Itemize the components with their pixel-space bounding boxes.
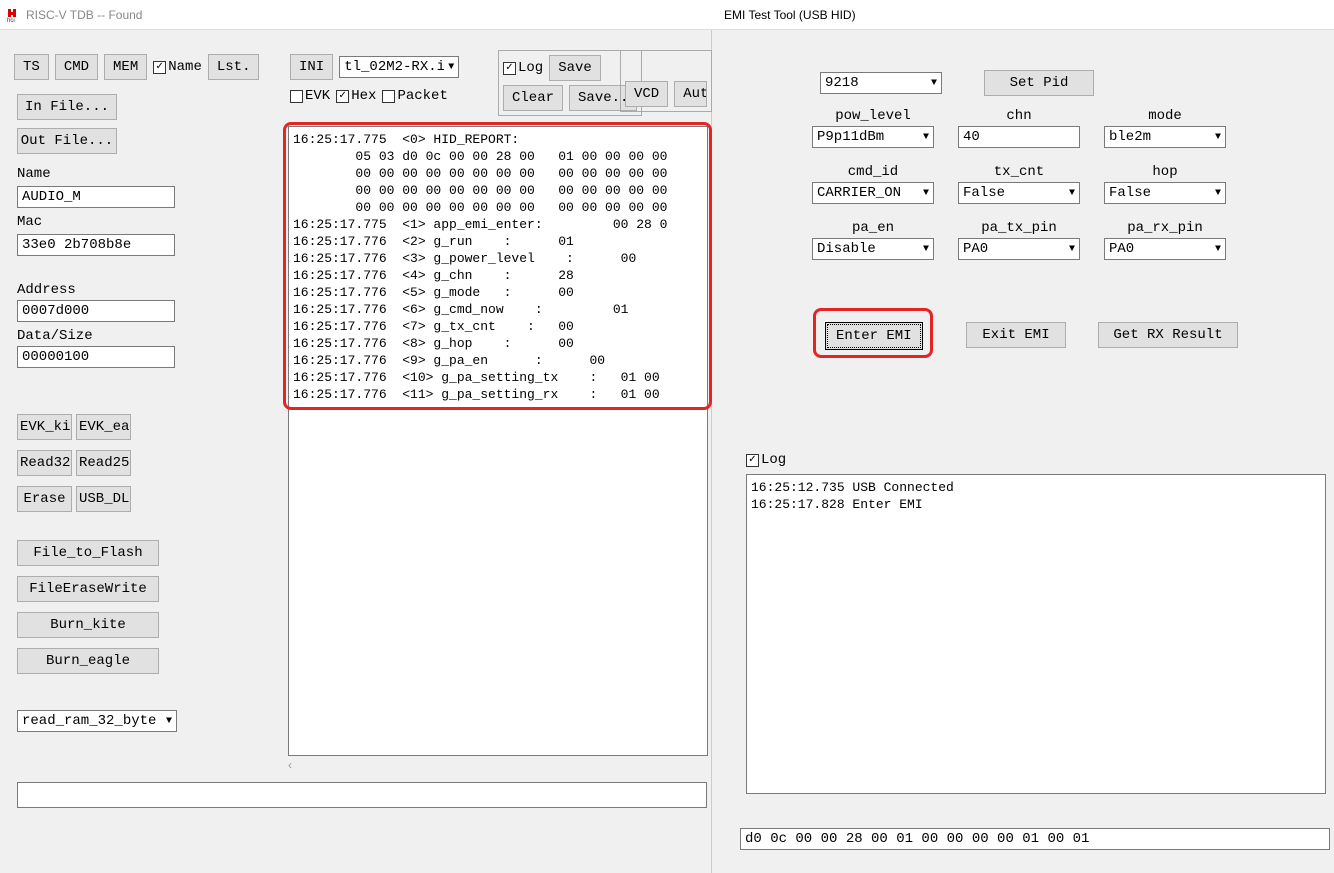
chevron-down-icon: ▼ (1211, 132, 1221, 143)
log2-checkbox[interactable]: ✓Log (746, 452, 786, 468)
pid-dropdown[interactable]: 9218▼ (820, 72, 942, 94)
hex-checkbox[interactable]: ✓Hex (336, 88, 376, 104)
in-file-button[interactable]: In File... (17, 94, 117, 120)
burn-kite-button[interactable]: Burn_kite (17, 612, 159, 638)
cmd-button[interactable]: CMD (55, 54, 98, 80)
svg-text:hci: hci (7, 18, 15, 23)
vcd-button[interactable]: VCD (625, 81, 668, 107)
pa-tx-pin-label: pa_tx_pin (981, 220, 1057, 236)
out-file-button[interactable]: Out File... (17, 128, 117, 154)
read-ram-dropdown[interactable]: read_ram_32_byte▼ (17, 710, 177, 732)
tx-cnt-label: tx_cnt (994, 164, 1044, 180)
mode-label: mode (1148, 108, 1182, 124)
ini-file-dropdown[interactable]: tl_02M2-RX.i▼ (339, 56, 459, 78)
tx-cnt-dropdown[interactable]: False▼ (958, 182, 1080, 204)
window-title-left: RISC-V TDB -- Found (26, 8, 142, 22)
auto-button[interactable]: Auto (674, 81, 707, 107)
cmd-id-label: cmd_id (848, 164, 898, 180)
mac-label: Mac (17, 214, 42, 230)
scroll-left-icon[interactable]: ‹ (288, 758, 292, 772)
ts-button[interactable]: TS (14, 54, 49, 80)
burn-eagle-button[interactable]: Burn_eagle (17, 648, 159, 674)
window-title-right: EMI Test Tool (USB HID) (724, 8, 856, 22)
chevron-down-icon: ▼ (1065, 244, 1075, 255)
log-output[interactable]: 16:25:17.775 <0> HID_REPORT: 05 03 d0 0c… (288, 126, 708, 756)
packet-checkbox[interactable]: Packet (382, 88, 447, 104)
chevron-down-icon: ▼ (1211, 188, 1221, 199)
pow-level-label: pow_level (835, 108, 911, 124)
hci-logo-icon: hci (6, 7, 22, 23)
pa-tx-pin-dropdown[interactable]: PA0▼ (958, 238, 1080, 260)
chevron-down-icon: ▼ (919, 132, 929, 143)
name-label: Name (17, 166, 51, 182)
name-input[interactable] (17, 186, 175, 208)
chevron-down-icon: ▼ (162, 716, 172, 727)
mem-button[interactable]: MEM (104, 54, 147, 80)
hop-label: hop (1152, 164, 1177, 180)
ini-button[interactable]: INI (290, 54, 333, 80)
pa-en-dropdown[interactable]: Disable▼ (812, 238, 934, 260)
name-checkbox[interactable]: ✓Name (153, 59, 202, 75)
chevron-down-icon: ▼ (927, 78, 937, 89)
clear-button[interactable]: Clear (503, 85, 563, 111)
log-checkbox[interactable]: ✓Log (503, 60, 543, 76)
command-input[interactable] (17, 782, 707, 808)
chevron-down-icon: ▼ (1065, 188, 1075, 199)
chevron-down-icon: ▼ (919, 244, 929, 255)
exit-emi-button[interactable]: Exit EMI (966, 322, 1066, 348)
chn-input[interactable] (958, 126, 1080, 148)
enter-emi-button[interactable]: Enter EMI (825, 322, 923, 350)
log2-output[interactable]: 16:25:12.735 USB Connected 16:25:17.828 … (746, 474, 1326, 794)
address-input[interactable] (17, 300, 175, 322)
evk-checkbox[interactable]: EVK (290, 88, 330, 104)
pa-rx-pin-label: pa_rx_pin (1127, 220, 1203, 236)
save-button[interactable]: Save (549, 55, 601, 81)
get-rx-result-button[interactable]: Get RX Result (1098, 322, 1238, 348)
chevron-down-icon: ▼ (1211, 244, 1221, 255)
mac-input[interactable] (17, 234, 175, 256)
chevron-down-icon: ▼ (919, 188, 929, 199)
file-erase-write-button[interactable]: FileEraseWrite (17, 576, 159, 602)
datasize-input[interactable] (17, 346, 175, 368)
hex-output[interactable] (740, 828, 1330, 850)
usb-dl-button[interactable]: USB_DL (76, 486, 131, 512)
chn-label: chn (1006, 108, 1031, 124)
read256-button[interactable]: Read256 (76, 450, 131, 476)
pow-level-dropdown[interactable]: P9p11dBm▼ (812, 126, 934, 148)
cmd-id-dropdown[interactable]: CARRIER_ON▼ (812, 182, 934, 204)
pa-en-label: pa_en (852, 220, 894, 236)
hop-dropdown[interactable]: False▼ (1104, 182, 1226, 204)
evk-eagle-button[interactable]: EVK_eagle (76, 414, 131, 440)
chevron-down-icon: ▼ (444, 62, 454, 73)
lst-button[interactable]: Lst. (208, 54, 260, 80)
erase-button[interactable]: Erase (17, 486, 72, 512)
set-pid-button[interactable]: Set Pid (984, 70, 1094, 96)
address-label: Address (17, 282, 76, 298)
mode-dropdown[interactable]: ble2m▼ (1104, 126, 1226, 148)
read32-button[interactable]: Read32 (17, 450, 72, 476)
evk-kite-button[interactable]: EVK_kite (17, 414, 72, 440)
file-to-flash-button[interactable]: File_to_Flash (17, 540, 159, 566)
datasize-label: Data/Size (17, 328, 93, 344)
pa-rx-pin-dropdown[interactable]: PA0▼ (1104, 238, 1226, 260)
